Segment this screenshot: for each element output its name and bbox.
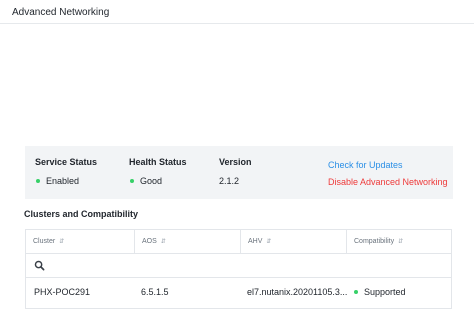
clusters-table: Cluster ⇵ AOS ⇵ AHV ⇵ Compatibility ⇵ PHX-PO… [25,229,452,309]
status-dot-icon [36,178,40,183]
search-icon[interactable] [34,260,45,271]
service-status-text: Enabled [46,176,80,186]
compatibility-text: Supported [364,287,406,297]
version-label: Version [219,157,252,167]
service-status-value: Enabled [36,176,79,186]
column-label: AOS [142,238,157,245]
health-status-text: Good [140,176,163,186]
disable-advanced-networking-link[interactable]: Disable Advanced Networking [328,177,448,187]
sort-icon[interactable]: ⇵ [398,239,403,245]
column-label: Compatibility [354,238,395,245]
status-panel: Service Status Enabled Health Status Goo… [25,146,453,199]
cell-cluster[interactable]: PHX-POC291 [34,287,90,297]
version-value: 2.1.2 [219,176,240,186]
column-header-cluster[interactable]: Cluster ⇵ [26,230,134,253]
status-dot-icon [354,289,358,294]
health-status-value: Good [130,176,162,186]
check-for-updates-link[interactable]: Check for Updates [328,160,403,170]
sort-icon[interactable]: ⇵ [59,239,64,245]
table-search-row[interactable] [26,254,451,278]
table-header: Cluster ⇵ AOS ⇵ AHV ⇵ Compatibility ⇵ [26,230,451,254]
cell-aos: 6.5.1.5 [141,287,169,297]
cell-ahv: el7.nutanix.20201105.3... [247,287,348,297]
page-title: Advanced Networking [12,7,110,18]
column-header-aos[interactable]: AOS ⇵ [134,230,240,253]
table-row[interactable]: PHX-POC291 6.5.1.5 el7.nutanix.20201105.… [26,278,451,308]
column-label: AHV [248,238,263,245]
service-status-label: Service Status [35,157,98,167]
column-header-compatibility[interactable]: Compatibility ⇵ [346,230,451,253]
sort-icon[interactable]: ⇵ [161,239,166,245]
column-label: Cluster [33,238,56,245]
status-dot-icon [130,178,134,183]
health-status-label: Health Status [129,157,187,167]
clusters-section-title: Clusters and Compatibility [24,209,139,219]
page-header: Advanced Networking [0,0,474,24]
sort-icon[interactable]: ⇵ [266,239,271,245]
cell-compatibility: Supported [354,287,406,297]
column-header-ahv[interactable]: AHV ⇵ [240,230,346,253]
